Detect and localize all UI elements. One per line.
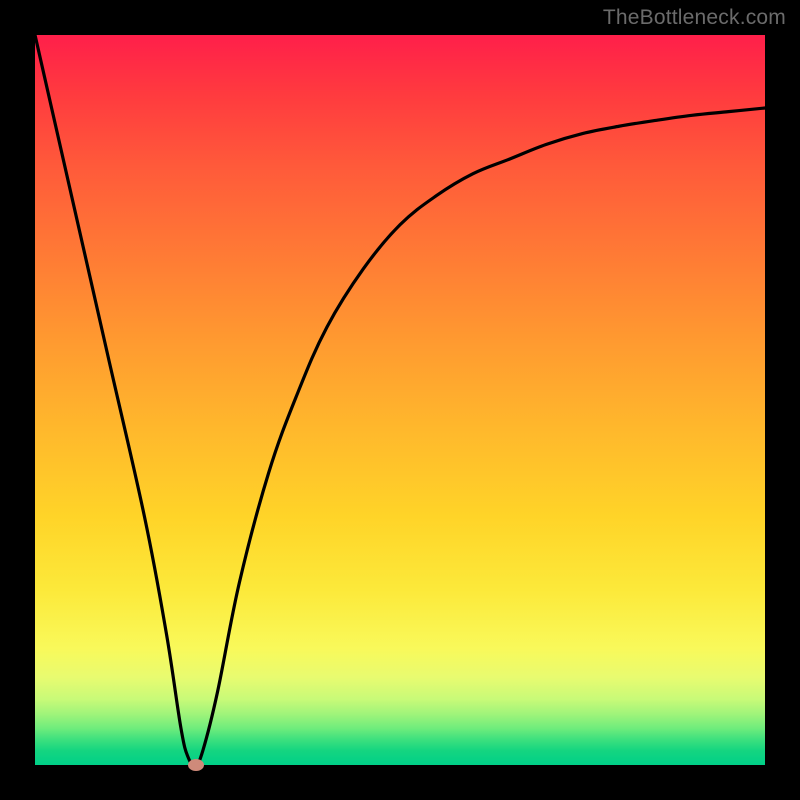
plot-area <box>35 35 765 765</box>
chart-frame: TheBottleneck.com <box>0 0 800 800</box>
curve-svg <box>35 35 765 765</box>
watermark-text: TheBottleneck.com <box>603 6 786 30</box>
bottleneck-curve-path <box>35 35 765 765</box>
minimum-marker <box>188 759 204 771</box>
